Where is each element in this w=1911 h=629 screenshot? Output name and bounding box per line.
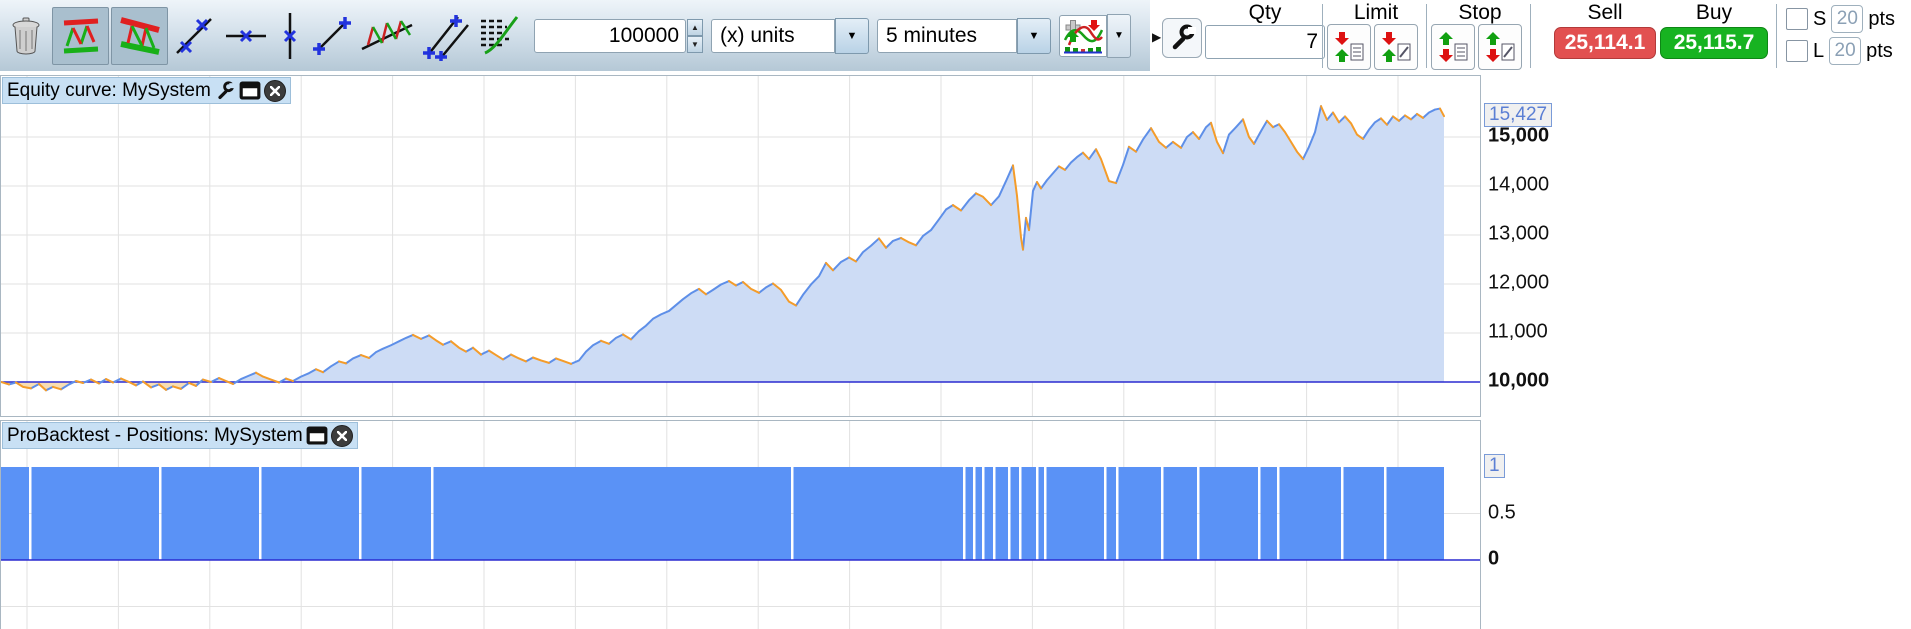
trash-icon [11,17,41,55]
horizontal-line-tool-button[interactable] [220,8,272,64]
short-label: S [1813,7,1827,30]
equity-panel-title: Equity curve: MySystem [7,79,211,101]
short-pts-input[interactable] [1831,5,1864,33]
channel-pattern-icon [59,14,103,58]
sell-price-button[interactable]: 25,114.1 [1554,27,1656,59]
long-label: L [1813,39,1825,62]
segment-icon [309,13,355,59]
timeframe-dropdown-value: 5 minutes [877,18,1017,53]
delete-drawings-button[interactable] [6,8,46,64]
amount-input[interactable] [534,18,686,53]
zigzag-trend-icon [358,13,416,59]
positions-panel-header: ProBacktest - Positions: MySystem [2,422,358,449]
trading-platform-window: ▲ ▼ (x) units ▼ 5 minutes ▼ [0,0,1911,629]
stop-arrows-list-icon [1437,30,1469,64]
long-pts-input[interactable] [1829,37,1862,65]
fork-icon [420,11,472,61]
units-dropdown-value: (x) units [711,18,835,53]
stepper-down-button[interactable]: ▼ [687,35,703,53]
equity-panel-header: Equity curve: MySystem [2,77,291,104]
segment-tool-button[interactable] [308,8,356,64]
stop-header: Stop [1458,1,1502,24]
positions-chart[interactable]: ProBacktest - Positions: MySystem [0,420,1481,629]
equity-axis-tick-label: 11,000 [1488,320,1548,343]
stepper-up-button[interactable]: ▲ [687,18,703,36]
divider [1530,4,1531,68]
indicator-chart-icon [1063,18,1103,54]
add-indicator-dropdown-arrow-icon[interactable]: ▼ [1107,13,1131,58]
buy-header: Buy [1695,1,1733,24]
units-dropdown-arrow-icon[interactable]: ▼ [835,17,869,54]
equity-y-axis: 15,000 14,000 13,000 12,000 11,000 10,000 15,4… [1482,75,1911,417]
equity-axis-tick-label: 12,000 [1488,271,1550,294]
equity-axis-tick-label: 15,000 [1488,124,1550,147]
positions-close-icon[interactable] [330,424,353,447]
drawing-toolbar: ▲ ▼ (x) units ▼ 5 minutes ▼ [0,0,1150,71]
trendline-tool-button[interactable] [168,8,220,64]
pattern-triangle-tool-button[interactable] [111,6,168,65]
equity-axis-tick-label: 13,000 [1488,222,1550,245]
qty-header: Qty [1248,1,1282,24]
positions-axis-tick-label: 0.5 [1488,501,1516,523]
long-stop-checkbox[interactable] [1786,40,1808,62]
levels-icon [477,13,523,59]
horizontal-line-icon [223,13,269,59]
stop-long-row: L pts [1786,37,1893,65]
limit-order-list-button[interactable] [1327,24,1371,70]
long-pts-unit: pts [1866,39,1893,62]
equity-close-icon[interactable] [263,79,286,102]
stop-order-edit-button[interactable] [1478,24,1522,70]
add-indicator-button[interactable] [1059,14,1107,57]
equity-axis-tick-label: 14,000 [1488,173,1550,196]
equity-current-value-badge: 15,427 [1484,103,1553,128]
panel-collapse-arrow-icon[interactable]: ▶ [1152,30,1161,44]
stop-short-row: S pts [1786,5,1895,33]
short-pts-unit: pts [1868,7,1896,30]
sell-header: Sell [1587,1,1623,24]
amount-stepper: ▲ ▼ [687,18,703,53]
limit-arrows-edit-icon [1380,30,1412,64]
order-panel: ▶ Qty Limit [1150,0,1911,71]
wrench-icon [1168,24,1196,52]
units-dropdown[interactable]: (x) units ▼ [711,17,869,54]
divider [1426,4,1427,68]
short-stop-checkbox[interactable] [1786,8,1808,30]
zigzag-trend-tool-button[interactable] [356,8,418,64]
fork-tool-button[interactable] [418,8,474,64]
limit-arrows-list-icon [1333,30,1365,64]
qty-input[interactable] [1205,25,1325,59]
levels-tool-button[interactable] [474,8,526,64]
equity-curve-plot-area[interactable] [1,76,1480,416]
pattern-channel-tool-button[interactable] [52,6,109,65]
add-indicator-dropdown[interactable]: ▼ [1059,13,1131,58]
positions-current-value-badge: 1 [1484,454,1505,478]
positions-y-axis: 1 0.5 0 [1482,420,1911,629]
positions-axis-tick-label: 0 [1488,547,1500,570]
triangle-pattern-icon [118,14,162,58]
trendline-icon [171,13,217,59]
positions-plot-area[interactable] [1,421,1480,629]
stop-order-list-button[interactable] [1431,24,1475,70]
equity-axis-tick-label: 10,000 [1488,369,1550,392]
equity-curve-chart[interactable]: Equity curve: MySystem [0,75,1481,417]
divider [1776,4,1777,68]
timeframe-dropdown[interactable]: 5 minutes ▼ [877,17,1051,54]
order-settings-button[interactable] [1162,18,1202,58]
divider [1322,4,1323,68]
vertical-line-tool-button[interactable] [272,8,308,64]
vertical-line-icon [273,11,307,61]
positions-detach-window-icon[interactable] [306,425,328,447]
buy-price-button[interactable]: 25,115.7 [1660,27,1768,59]
equity-settings-wrench-icon[interactable] [214,80,236,102]
positions-panel-title: ProBacktest - Positions: MySystem [7,424,303,446]
equity-detach-window-icon[interactable] [239,80,261,102]
limit-order-edit-button[interactable] [1374,24,1418,70]
limit-header: Limit [1353,1,1399,24]
timeframe-dropdown-arrow-icon[interactable]: ▼ [1017,17,1051,54]
stop-arrows-edit-icon [1484,30,1516,64]
